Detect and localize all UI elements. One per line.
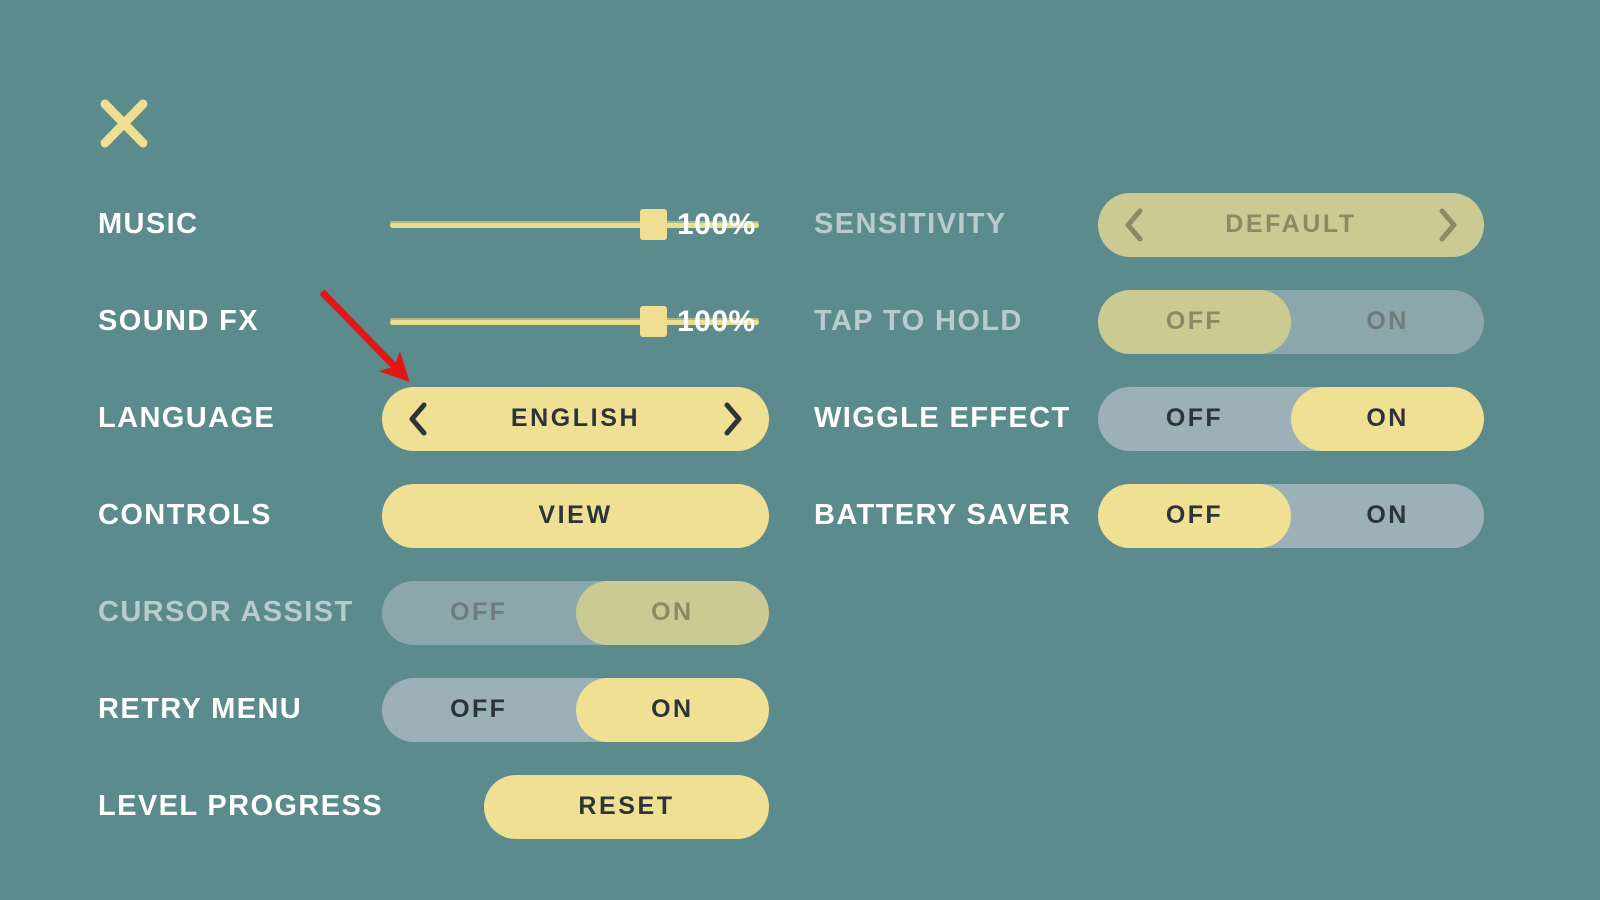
sensitivity-value: DEFAULT: [1225, 210, 1357, 238]
cursor-assist-option-on: ON: [575, 580, 769, 645]
battery-saver-toggle[interactable]: OFF ON: [1098, 483, 1484, 548]
wiggle-effect-option-on[interactable]: ON: [1291, 386, 1484, 451]
settings-screen: MUSIC 100% SOUND FX 100% LANGUAGE ENGLIS…: [0, 0, 1600, 900]
setting-row-sound-fx: SOUND FX 100%: [98, 273, 769, 370]
chevron-left-icon: [1122, 208, 1146, 242]
setting-label-tap-to-hold: TAP TO HOLD: [814, 305, 1023, 337]
slider-handle[interactable]: [640, 305, 667, 337]
control-slot-controls: VIEW: [382, 483, 769, 549]
control-slot-battery-saver: OFF ON: [1098, 483, 1484, 549]
settings-column-right: SENSITIVITY DEFAULT TAP TO HOLD OFF ON W…: [814, 176, 1484, 564]
wiggle-effect-toggle[interactable]: OFF ON: [1098, 386, 1484, 451]
chevron-right-icon: [1436, 208, 1460, 242]
control-slot-sound-fx: 100%: [382, 289, 767, 355]
battery-saver-option-on[interactable]: ON: [1291, 484, 1484, 548]
retry-menu-option-off[interactable]: OFF: [382, 678, 576, 742]
wiggle-effect-option-off[interactable]: OFF: [1098, 387, 1291, 451]
control-slot-retry-menu: OFF ON: [382, 677, 769, 743]
setting-row-language: LANGUAGE ENGLISH: [98, 370, 769, 467]
sound-fx-volume-value: 100%: [677, 304, 756, 338]
control-slot-music: 100%: [382, 192, 767, 258]
music-volume-slider[interactable]: 100%: [382, 192, 767, 258]
control-slot-sensitivity: DEFAULT: [1098, 192, 1484, 258]
setting-row-tap-to-hold: TAP TO HOLD OFF ON: [814, 273, 1484, 370]
setting-label-retry-menu: RETRY MENU: [98, 693, 303, 725]
controls-view-button-label: VIEW: [538, 501, 613, 529]
setting-label-battery-saver: BATTERY SAVER: [814, 499, 1072, 531]
control-slot-language: ENGLISH: [382, 386, 769, 452]
setting-label-wiggle-effect: WIGGLE EFFECT: [814, 402, 1071, 434]
control-slot-wiggle-effect: OFF ON: [1098, 386, 1484, 452]
level-progress-reset-button-label: RESET: [578, 792, 675, 820]
setting-row-wiggle-effect: WIGGLE EFFECT OFF ON: [814, 370, 1484, 467]
control-slot-level-progress: RESET: [382, 774, 769, 840]
chevron-left-icon[interactable]: [406, 402, 430, 436]
setting-label-music: MUSIC: [98, 208, 199, 240]
setting-row-cursor-assist: CURSOR ASSIST OFF ON: [98, 564, 769, 661]
setting-label-controls: CONTROLS: [98, 499, 272, 531]
setting-row-controls: CONTROLS VIEW: [98, 467, 769, 564]
cursor-assist-option-off: OFF: [450, 598, 508, 626]
music-volume-value: 100%: [677, 207, 756, 241]
retry-menu-toggle[interactable]: OFF ON: [382, 677, 769, 742]
sound-fx-volume-slider[interactable]: 100%: [382, 289, 767, 355]
slider-handle[interactable]: [640, 208, 667, 240]
sensitivity-selector: DEFAULT: [1098, 192, 1484, 257]
language-value: ENGLISH: [510, 404, 641, 432]
tap-to-hold-option-on: ON: [1366, 307, 1409, 335]
control-slot-cursor-assist: OFF ON: [382, 580, 769, 646]
retry-menu-option-on[interactable]: ON: [575, 677, 769, 742]
tap-to-hold-option-off: OFF: [1098, 289, 1291, 354]
chevron-right-icon[interactable]: [721, 402, 745, 436]
setting-label-cursor-assist: CURSOR ASSIST: [98, 596, 354, 628]
setting-row-sensitivity: SENSITIVITY DEFAULT: [814, 176, 1484, 273]
setting-row-battery-saver: BATTERY SAVER OFF ON: [814, 467, 1484, 564]
setting-row-music: MUSIC 100%: [98, 176, 769, 273]
controls-view-button[interactable]: VIEW: [382, 483, 769, 548]
setting-label-level-progress: LEVEL PROGRESS: [98, 790, 383, 822]
settings-column-left: MUSIC 100% SOUND FX 100% LANGUAGE ENGLIS…: [98, 176, 769, 855]
setting-row-retry-menu: RETRY MENU OFF ON: [98, 661, 769, 758]
setting-label-sound-fx: SOUND FX: [98, 305, 260, 337]
setting-label-language: LANGUAGE: [98, 402, 276, 434]
level-progress-reset-button[interactable]: RESET: [484, 774, 769, 839]
setting-row-level-progress: LEVEL PROGRESS RESET: [98, 758, 769, 855]
language-selector[interactable]: ENGLISH: [382, 386, 769, 451]
tap-to-hold-toggle: OFF ON: [1098, 289, 1484, 354]
cursor-assist-toggle: OFF ON: [382, 580, 769, 645]
close-x-icon[interactable]: [98, 98, 150, 150]
battery-saver-option-off[interactable]: OFF: [1098, 483, 1291, 548]
setting-label-sensitivity: SENSITIVITY: [814, 208, 1007, 240]
control-slot-tap-to-hold: OFF ON: [1098, 289, 1484, 355]
